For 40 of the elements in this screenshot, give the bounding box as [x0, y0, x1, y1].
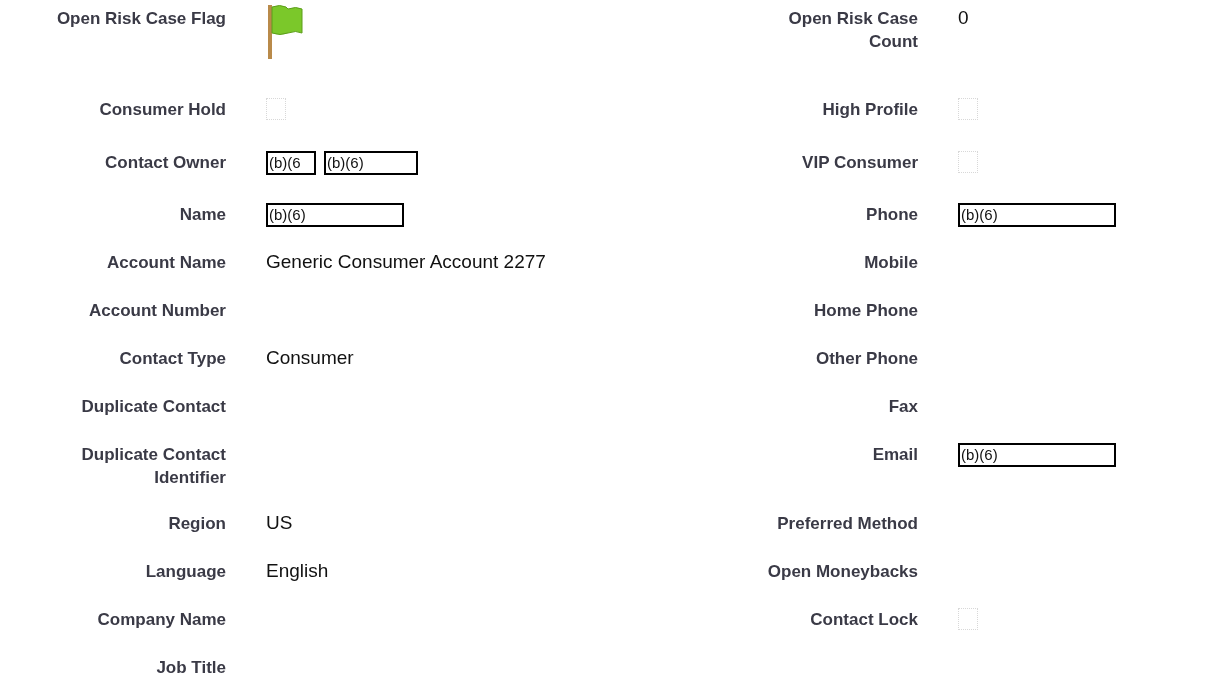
field-value: 0 — [958, 7, 969, 28]
field-label: Preferred Method — [777, 513, 918, 535]
field-label: Email — [872, 444, 918, 466]
checkbox[interactable] — [958, 151, 978, 173]
redaction-box: (b)(6 — [266, 151, 316, 175]
field-label: Contact Type — [119, 348, 226, 370]
field-label: Duplicate Contact — [81, 396, 226, 418]
field-label: High Profile — [822, 99, 918, 121]
field-label: Name — [179, 204, 226, 226]
field-label: Mobile — [864, 252, 918, 274]
field-label: Account Name — [106, 252, 226, 274]
redaction-box: (b)(6) — [324, 151, 418, 175]
field-label: Home Phone — [814, 300, 918, 322]
field-label: Job Title — [156, 657, 226, 675]
field-label: Region — [168, 513, 226, 535]
field-label: VIP Consumer — [802, 152, 918, 174]
field-value: US — [266, 512, 293, 533]
field-label: Other Phone — [816, 348, 918, 370]
field-label: Company Name — [97, 609, 226, 631]
field-label: Open Moneybacks — [767, 561, 918, 583]
field-label: Language — [145, 561, 226, 583]
field-value: Generic Consumer Account 2277 — [266, 251, 546, 272]
field-label: Open Risk Case Count — [787, 8, 918, 53]
checkbox[interactable] — [958, 608, 978, 630]
field-value: Consumer — [266, 347, 354, 368]
field-label: Fax — [888, 396, 918, 418]
checkbox[interactable] — [266, 98, 286, 120]
checkbox[interactable] — [958, 98, 978, 120]
redaction-box: (b)(6) — [958, 203, 1116, 227]
field-label: Contact Lock — [810, 609, 918, 631]
field-label: Contact Owner — [105, 152, 226, 174]
field-label: Consumer Hold — [99, 99, 226, 121]
flag-icon — [266, 3, 306, 61]
field-label: Duplicate Contact Identifier — [80, 444, 226, 489]
field-label: Phone — [866, 204, 918, 226]
redaction-box: (b)(6) — [958, 443, 1116, 467]
field-value: English — [266, 560, 329, 581]
field-label: Open Risk Case Flag — [56, 8, 226, 30]
field-label: Account Number — [89, 300, 226, 322]
redaction-box: (b)(6) — [266, 203, 404, 227]
